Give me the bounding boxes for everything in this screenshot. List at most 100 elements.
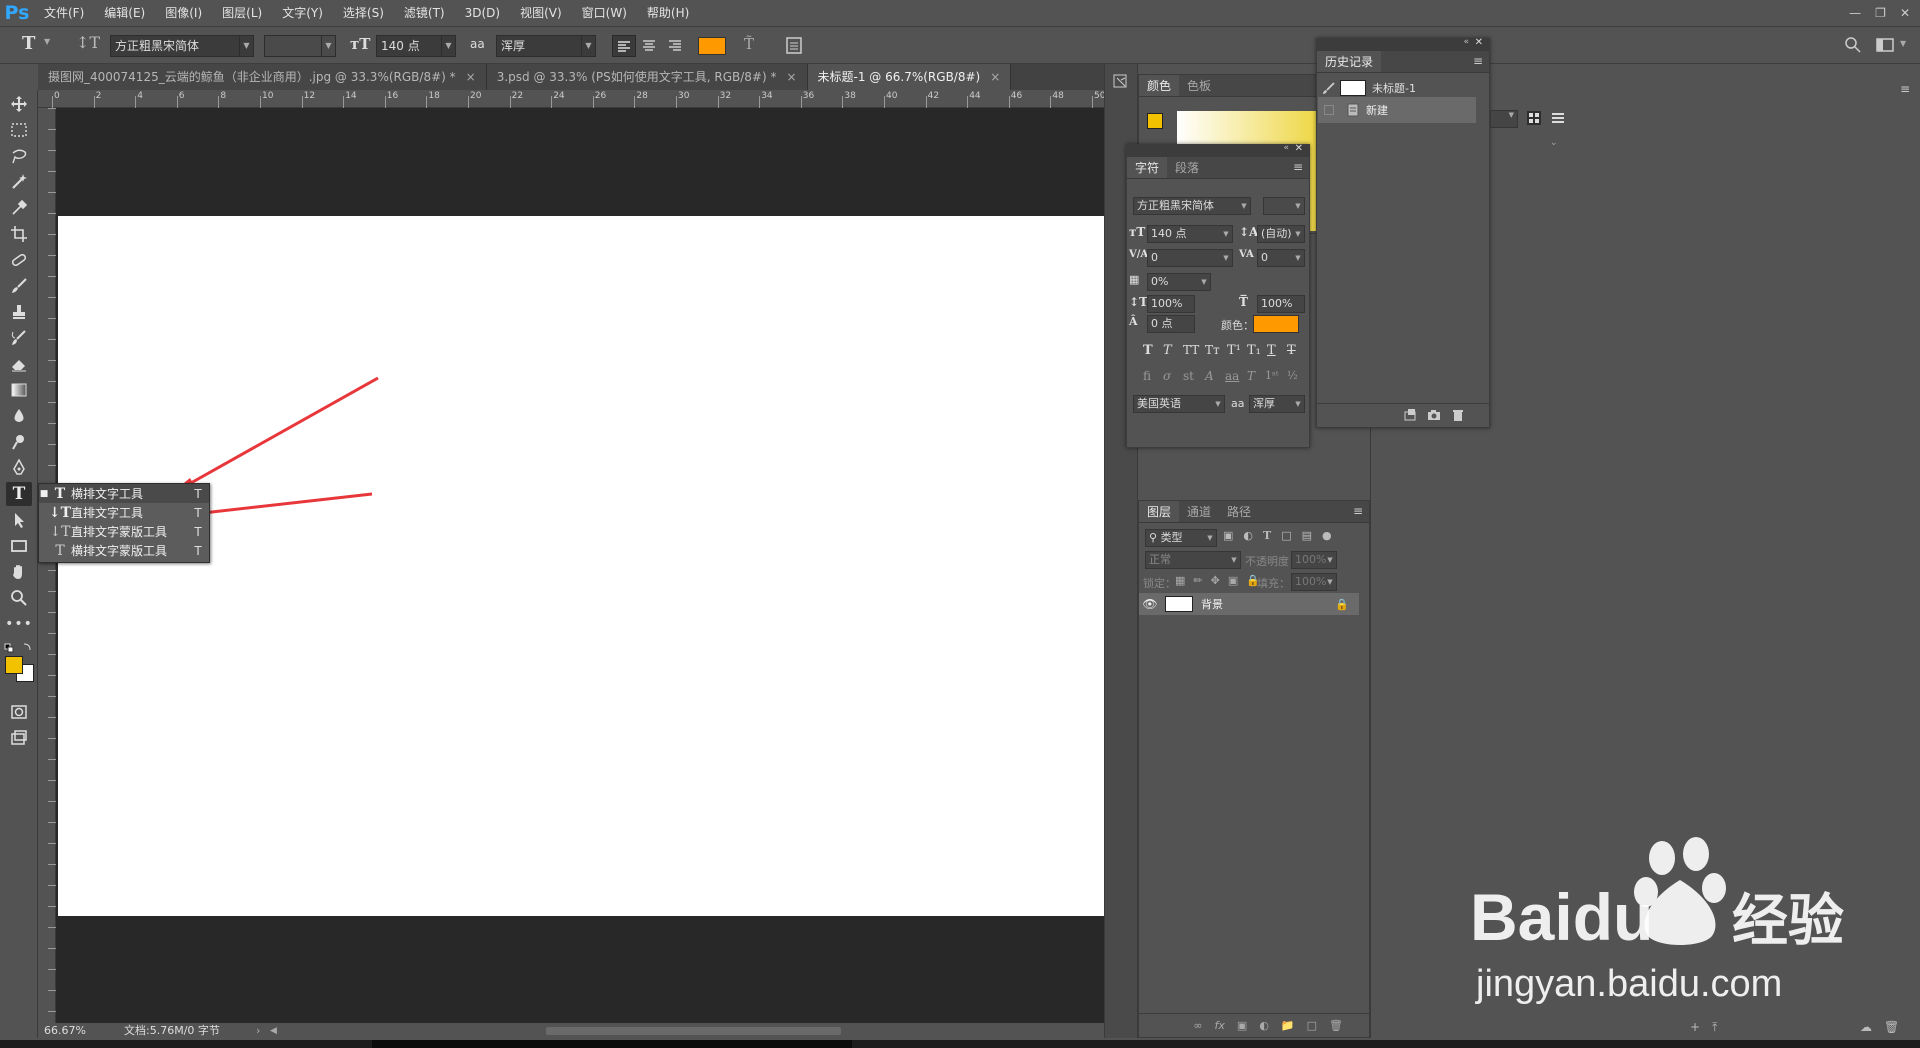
history-brush-source-icon[interactable] [1318, 81, 1340, 95]
all-caps-icon[interactable]: TT [1183, 343, 1199, 357]
horizontal-type-tool-item[interactable]: ■ T 横排文字工具 T [39, 484, 209, 503]
collapsed-dropdown[interactable]: ▼ [1490, 110, 1518, 128]
visibility-eye-icon[interactable]: 👁 [1139, 597, 1161, 611]
chevron-down-icon[interactable]: ⌄ [1550, 138, 1558, 148]
char-font-size[interactable]: 140 点 ▼ [1147, 225, 1233, 243]
collapse-icon[interactable]: « [1463, 37, 1469, 47]
superscript-icon[interactable]: T¹ [1227, 343, 1241, 358]
dodge-tool-icon[interactable] [6, 430, 32, 454]
blur-tool-icon[interactable] [6, 404, 32, 428]
lock-pixels-icon[interactable]: ✏ [1193, 574, 1202, 587]
align-right-button[interactable] [664, 35, 688, 57]
char-kerning[interactable]: 0 ▼ [1147, 249, 1233, 267]
menu-image[interactable]: 图像(I) [155, 0, 212, 26]
font-style-select[interactable]: ▼ [264, 35, 336, 57]
filter-pixel-icon[interactable]: ▣ [1223, 529, 1233, 542]
vertical-type-tool-item[interactable]: ↓T 直排文字工具 T [39, 503, 209, 522]
char-horizontal-scale[interactable]: 100% [1257, 295, 1305, 313]
close-tab-icon[interactable]: × [786, 70, 796, 84]
swash-icon[interactable]: A [1205, 369, 1214, 383]
trash-icon[interactable] [1451, 408, 1465, 422]
cloud-icon[interactable]: ☁ [1860, 1020, 1872, 1034]
menu-view[interactable]: 视图(V) [510, 0, 572, 26]
eyedropper-icon[interactable] [6, 196, 32, 220]
workspace-icon[interactable] [1876, 37, 1896, 53]
close-icon[interactable]: ✕ [1900, 6, 1910, 20]
rectangle-tool-icon[interactable] [6, 534, 32, 558]
panel-menu-icon[interactable]: ≡ [1353, 504, 1363, 518]
old-style-icon[interactable]: σ [1163, 369, 1171, 383]
swap-colors-icon[interactable] [4, 642, 34, 654]
list-view-icon[interactable] [1550, 110, 1566, 126]
character-style-icon[interactable] [1111, 72, 1131, 92]
tab-whale-jpg[interactable]: 摄图网_400074125_云端的鲸鱼（非企业商用）.jpg @ 33.3%(R… [38, 64, 487, 90]
menu-type[interactable]: 文字(Y) [272, 0, 333, 26]
layer-row-background[interactable]: 👁 背景 🔒 [1139, 593, 1359, 615]
close-tab-icon[interactable]: × [990, 70, 1000, 84]
collapse-icon[interactable]: « [1283, 143, 1289, 153]
lock-transparent-icon[interactable]: ▦ [1175, 574, 1185, 587]
antialias-select[interactable]: 浑厚 ▼ [496, 35, 596, 57]
panel-menu-icon[interactable]: ≡ [1473, 54, 1483, 68]
snapshot-camera-icon[interactable] [1427, 408, 1441, 422]
color-panel-foreground[interactable] [1147, 113, 1163, 129]
menu-edit[interactable]: 编辑(E) [94, 0, 155, 26]
menu-layer[interactable]: 图层(L) [212, 0, 272, 26]
align-left-button[interactable] [612, 35, 636, 57]
titling-alternates-icon[interactable]: T [1247, 369, 1255, 383]
quick-mask-icon[interactable] [6, 700, 32, 724]
new-layer-icon[interactable]: □ [1307, 1019, 1317, 1032]
tab-channels[interactable]: 通道 [1179, 501, 1219, 522]
menu-window[interactable]: 窗口(W) [572, 0, 637, 26]
healing-brush-icon[interactable] [6, 248, 32, 272]
char-color-swatch[interactable] [1253, 315, 1299, 333]
brush-tool-icon[interactable] [6, 274, 32, 298]
filter-smart-object-icon[interactable]: ▤ [1302, 529, 1312, 542]
pen-tool-icon[interactable] [6, 456, 32, 480]
char-baseline-shift[interactable]: 0 点 [1147, 315, 1195, 333]
close-panel-icon[interactable]: ✕ [1475, 37, 1483, 48]
char-font-family[interactable]: 方正粗黑宋简体 ▼ [1133, 197, 1251, 215]
tab-paragraph[interactable]: 段落 [1167, 157, 1207, 178]
tab-history[interactable]: 历史记录 [1317, 51, 1382, 72]
foreground-color-swatch[interactable] [5, 656, 23, 674]
char-vertical-scale[interactable]: 100% [1147, 295, 1195, 313]
char-tracking[interactable]: 0 ▼ [1257, 249, 1305, 267]
clone-stamp-icon[interactable] [6, 300, 32, 324]
type-tool-preset-icon[interactable]: T [22, 33, 35, 54]
faux-bold-icon[interactable]: T [1143, 343, 1153, 358]
subscript-icon[interactable]: T₁ [1247, 343, 1261, 358]
char-tsume[interactable]: 0% ▼ [1147, 273, 1211, 291]
path-selection-icon[interactable] [6, 508, 32, 532]
hand-tool-icon[interactable] [6, 560, 32, 584]
char-leading[interactable]: (自动) ▼ [1257, 225, 1305, 243]
opacity-input[interactable]: 100% ▼ [1291, 551, 1337, 569]
menu-filter[interactable]: 滤镜(T) [394, 0, 455, 26]
tab-layers[interactable]: 图层 [1139, 501, 1180, 522]
ordinals-icon[interactable]: 1ˢᵗ [1265, 369, 1278, 382]
ligature-icon[interactable]: fi [1143, 369, 1151, 383]
history-state-checkbox[interactable] [1318, 105, 1340, 115]
horizontal-type-mask-tool-item[interactable]: T 横排文字蒙版工具 T [39, 541, 209, 560]
add-icon[interactable]: + [1690, 1020, 1700, 1035]
font-size-select[interactable]: 140 点 ▼ [376, 35, 456, 57]
fill-input[interactable]: 100% ▼ [1291, 573, 1337, 591]
discretionary-ligature-icon[interactable]: st [1183, 369, 1194, 383]
tab-swatches[interactable]: 色板 [1179, 75, 1219, 96]
link-layers-icon[interactable]: ∞ [1193, 1019, 1202, 1032]
screen-mode-icon[interactable] [6, 726, 32, 750]
tab-3-psd[interactable]: 3.psd @ 33.3% (PS如何使用文字工具, RGB/8#) * × [486, 64, 808, 90]
char-antialias[interactable]: 浑厚 ▼ [1249, 395, 1305, 413]
menu-help[interactable]: 帮助(H) [637, 0, 699, 26]
eraser-tool-icon[interactable] [6, 352, 32, 376]
zoom-tool-icon[interactable] [6, 586, 32, 610]
type-tool-icon[interactable]: T [6, 482, 32, 506]
lock-position-icon[interactable]: ✥ [1211, 574, 1220, 587]
panel-menu-icon[interactable]: ≡ [1900, 82, 1910, 96]
faux-italic-icon[interactable]: T [1163, 343, 1172, 358]
lasso-tool-icon[interactable] [6, 144, 32, 168]
chevron-down-icon[interactable]: ▼ [1900, 39, 1906, 48]
warp-text-icon[interactable]: T̃ [744, 35, 754, 53]
grid-view-icon[interactable] [1526, 110, 1542, 126]
char-font-style[interactable]: ▼ [1263, 197, 1305, 215]
